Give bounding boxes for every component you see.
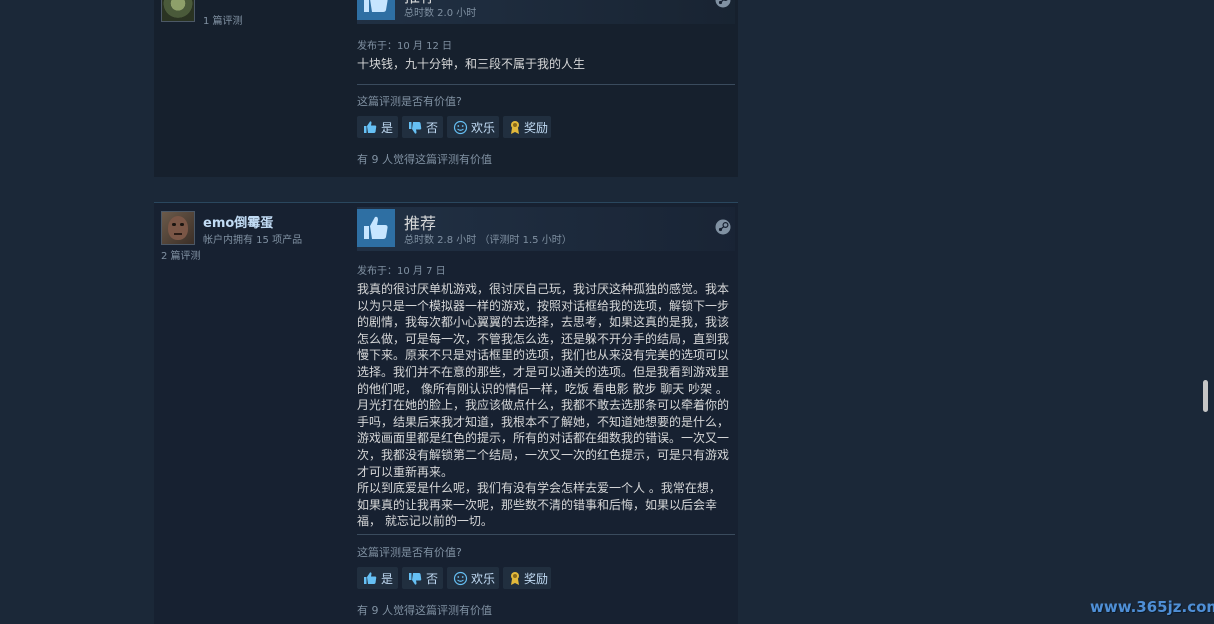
found-helpful: 有 9 人觉得这篇评测有价值 xyxy=(357,604,492,617)
avatar[interactable] xyxy=(161,0,195,22)
vote-funny-button[interactable]: 欢乐 xyxy=(447,567,499,589)
recommendation-header[interactable]: 推荐 总时数 2.0 小时 xyxy=(357,0,735,24)
vote-no-label: 否 xyxy=(426,120,439,135)
recommendation-header[interactable]: 推荐 总时数 2.8 小时 （评测时 1.5 小时） xyxy=(357,207,735,251)
thumbs-down-icon xyxy=(408,571,423,586)
review-card: emo倒霉蛋 帐户内拥有 15 项产品 2 篇评测 推荐 总时数 2.8 小时 … xyxy=(154,202,738,624)
divider xyxy=(357,534,735,535)
playtime: 总时数 2.0 小时 xyxy=(404,8,477,19)
watermark: www.365jz.com xyxy=(1090,598,1214,616)
thumbs-up-icon xyxy=(357,0,395,20)
vote-no-button[interactable]: 否 xyxy=(402,567,443,589)
steam-reviews-page: 1 篇评测 推荐 总时数 2.0 小时 xyxy=(0,0,1214,624)
scrollbar-thumb[interactable] xyxy=(1203,380,1208,412)
divider xyxy=(357,84,735,85)
vote-no-label: 否 xyxy=(426,571,439,586)
steam-icon xyxy=(715,0,731,12)
author-name[interactable]: emo倒霉蛋 xyxy=(203,212,273,231)
products-owned[interactable]: 帐户内拥有 15 项产品 xyxy=(203,231,302,246)
avatar-eye xyxy=(180,223,184,226)
award-button[interactable]: 奖励 xyxy=(503,567,551,589)
review-count[interactable]: 2 篇评测 xyxy=(161,247,201,262)
vote-no-button[interactable]: 否 xyxy=(402,116,443,138)
vote-yes-label: 是 xyxy=(381,571,394,586)
avatar-face xyxy=(168,216,188,240)
avatar-mouth xyxy=(174,233,182,235)
award-medal-icon xyxy=(509,571,521,586)
vote-funny-label: 欢乐 xyxy=(471,120,496,135)
thumbs-up-icon xyxy=(363,120,378,135)
helpful-question: 这篇评测是否有价值? xyxy=(357,95,462,108)
review-content: 我真的很讨厌单机游戏，很讨厌自己玩，我讨厌这种孤独的感觉。我本以为只是一个模拟器… xyxy=(357,282,730,529)
playtime: 总时数 2.8 小时 （评测时 1.5 小时） xyxy=(404,235,572,246)
steam-icon xyxy=(715,219,731,239)
review-count[interactable]: 1 篇评测 xyxy=(203,12,243,27)
vote-yes-button[interactable]: 是 xyxy=(357,116,398,138)
review-content: 十块钱，九十分钟，和三段不属于我的人生 xyxy=(357,57,586,71)
award-button[interactable]: 奖励 xyxy=(503,116,551,138)
vote-yes-button[interactable]: 是 xyxy=(357,567,398,589)
smiley-icon xyxy=(453,120,468,135)
found-helpful: 有 9 人觉得这篇评测有价值 xyxy=(357,153,492,166)
award-medal-icon xyxy=(509,120,521,135)
vote-funny-label: 欢乐 xyxy=(471,571,496,586)
vote-yes-label: 是 xyxy=(381,120,394,135)
thumbs-down-icon xyxy=(408,120,423,135)
helpful-question: 这篇评测是否有价值? xyxy=(357,546,462,559)
review-card: 1 篇评测 推荐 总时数 2.0 小时 xyxy=(154,0,738,177)
posted-date: 发布于：10 月 12 日 xyxy=(357,41,452,52)
posted-date: 发布于：10 月 7 日 xyxy=(357,266,446,277)
avatar-eye xyxy=(172,223,176,226)
thumbs-up-icon xyxy=(357,209,395,247)
award-label: 奖励 xyxy=(524,571,549,586)
thumbs-up-icon xyxy=(363,571,378,586)
vote-funny-button[interactable]: 欢乐 xyxy=(447,116,499,138)
smiley-icon xyxy=(453,571,468,586)
avatar[interactable] xyxy=(161,211,195,245)
award-label: 奖励 xyxy=(524,120,549,135)
